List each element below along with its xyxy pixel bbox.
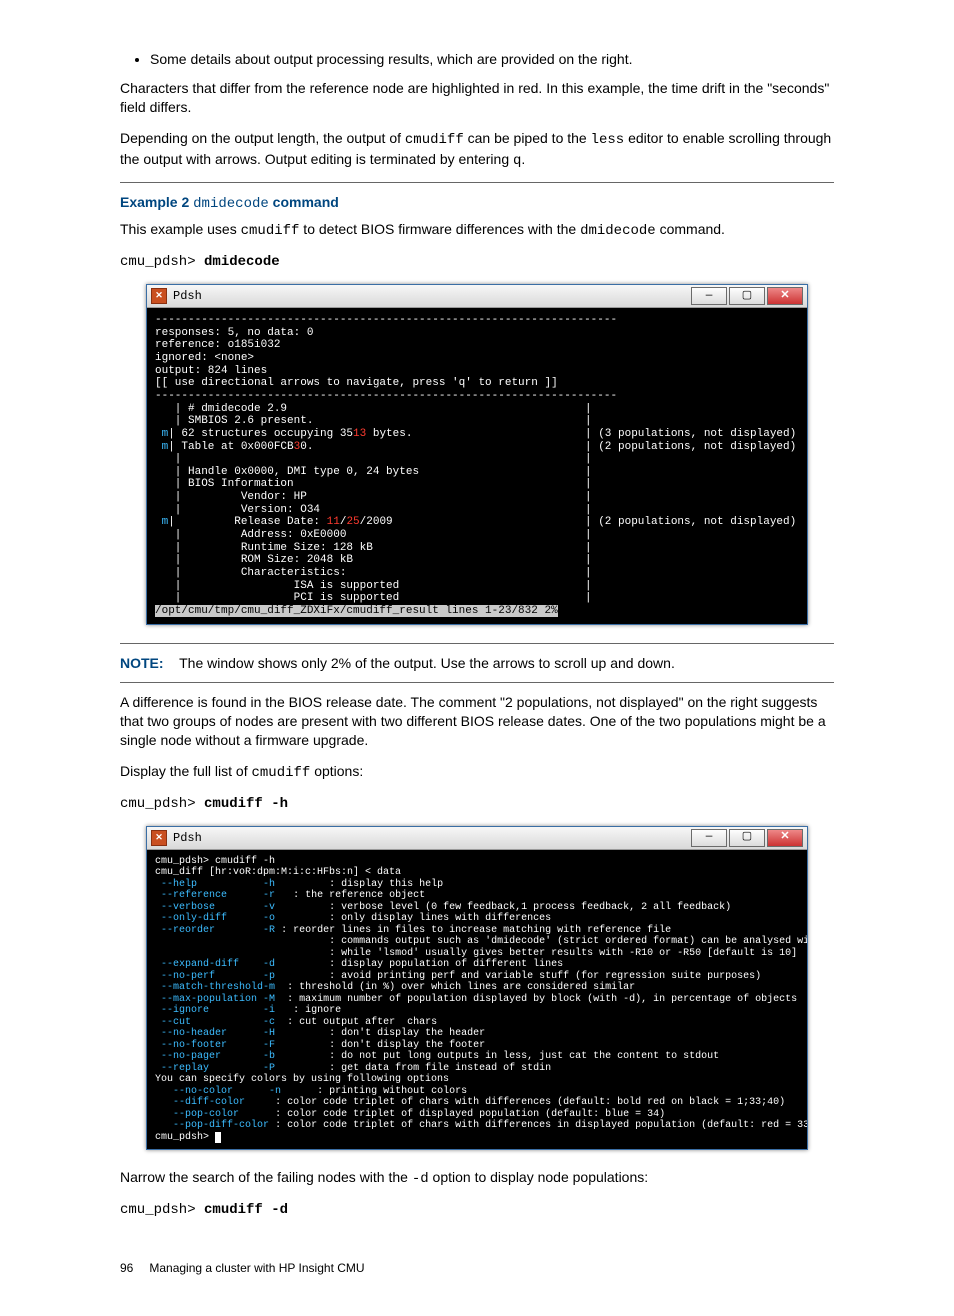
terminal-body[interactable]: ----------------------------------------… <box>147 308 807 623</box>
minimize-button[interactable]: — <box>691 829 727 847</box>
terminal-icon: ✕ <box>151 830 167 846</box>
terminal-line: m| Release Date: 11/25/2009| (2 populati… <box>155 516 799 529</box>
help-option-line: --no-pager -b : do not put long outputs … <box>155 1051 799 1063</box>
terminal-line: m| Table at 0x000FCB30.| (2 populations,… <box>155 441 799 454</box>
para-chars-differ: Characters that differ from the referenc… <box>120 79 834 117</box>
help-option-line: --match-threshold-m : threshold (in %) o… <box>155 982 799 994</box>
close-button[interactable]: ✕ <box>767 829 803 847</box>
terminal-line: | PCI is supported| <box>155 592 799 605</box>
terminal-line: | Vendor: HP| <box>155 491 799 504</box>
help-option-line: --reference -r : the reference object <box>155 890 799 902</box>
prompt-cmudiff-h: cmu_pdsh> cmudiff -h <box>120 795 834 814</box>
help-option-line: --no-perf -p : avoid printing perf and v… <box>155 971 799 983</box>
para-narrow-search: Narrow the search of the failing nodes w… <box>120 1168 834 1189</box>
divider <box>120 182 834 183</box>
footer-text: Managing a cluster with HP Insight CMU <box>149 1261 364 1275</box>
terminal-line: | Version: O34| <box>155 504 799 517</box>
note-text: The window shows only 2% of the output. … <box>179 655 675 671</box>
divider <box>120 643 834 644</box>
terminal-line: | SMBIOS 2.6 present.| <box>155 415 799 428</box>
code-less: less <box>591 132 625 148</box>
terminal-line: || <box>155 453 799 466</box>
terminal-line: | Address: 0xE0000| <box>155 529 799 542</box>
help-option-line: --no-footer -F : don't display the foote… <box>155 1040 799 1052</box>
terminal-window-2: ✕ Pdsh — ▢ ✕ cmu_pdsh> cmudiff -h cmu_di… <box>146 826 808 1151</box>
help-option-line: --max-population -M : maximum number of … <box>155 994 799 1006</box>
code-cmudiff: cmudiff <box>405 132 464 148</box>
close-button[interactable]: ✕ <box>767 287 803 305</box>
help-option-line: --verbose -v : verbose level (0 few feed… <box>155 902 799 914</box>
help-option-line: --reorder -R : reorder lines in files to… <box>155 925 799 937</box>
terminal-line: | # dmidecode 2.9| <box>155 403 799 416</box>
divider <box>120 682 834 683</box>
window-title: Pdsh <box>173 830 202 846</box>
help-option-line: --replay -P : get data from file instead… <box>155 1063 799 1075</box>
prompt-dmidecode: cmu_pdsh> dmidecode <box>120 253 834 272</box>
terminal-icon: ✕ <box>151 288 167 304</box>
intro-bullet-list: Some details about output processing res… <box>150 50 834 69</box>
terminal-line: | Handle 0x0000, DMI type 0, 24 bytes| <box>155 466 799 479</box>
window-titlebar: ✕ Pdsh — ▢ ✕ <box>147 827 807 850</box>
help-option-line: --help -h : display this help <box>155 879 799 891</box>
pager-status: /opt/cmu/tmp/cmu_diff_ZDXiFx/cmudiff_res… <box>155 605 558 617</box>
minimize-button[interactable]: — <box>691 287 727 305</box>
help-option-line: : while 'lsmod' usually gives better res… <box>155 948 799 960</box>
page-number: 96 <box>120 1261 133 1275</box>
terminal-line: | ISA is supported| <box>155 580 799 593</box>
maximize-button[interactable]: ▢ <box>729 829 765 847</box>
note-row: NOTE: The window shows only 2% of the ou… <box>120 654 834 673</box>
window-title: Pdsh <box>173 288 202 304</box>
help-color-option-line: --pop-diff-color : color code triplet of… <box>155 1120 799 1132</box>
para-bios-diff: A difference is found in the BIOS releas… <box>120 693 834 750</box>
terminal-line: | Runtime Size: 128 kB| <box>155 542 799 555</box>
terminal-body[interactable]: cmu_pdsh> cmudiff -h cmu_diff [hr:voR:dp… <box>147 850 807 1150</box>
terminal-line: | Characteristics:| <box>155 567 799 580</box>
help-option-line: --no-header -H : don't display the heade… <box>155 1028 799 1040</box>
para-output-length: Depending on the output length, the outp… <box>120 129 834 171</box>
help-option-line: --ignore -i : ignore <box>155 1005 799 1017</box>
terminal-line: | ROM Size: 2048 kB| <box>155 554 799 567</box>
help-option-line: --cut -c : cut output after chars <box>155 1017 799 1029</box>
intro-bullet: Some details about output processing res… <box>150 50 834 69</box>
note-label: NOTE: <box>120 655 164 671</box>
help-color-option-line: --diff-color : color code triplet of cha… <box>155 1097 799 1109</box>
terminal-line: m| 62 structures occupying 3513 bytes.| … <box>155 428 799 441</box>
prompt-cmudiff-d: cmu_pdsh> cmudiff -d <box>120 1201 834 1220</box>
terminal-window-1: ✕ Pdsh — ▢ ✕ ---------------------------… <box>146 284 808 624</box>
help-color-option-line: --pop-color : color code triplet of disp… <box>155 1109 799 1121</box>
help-option-line: --only-diff -o : only display lines with… <box>155 913 799 925</box>
maximize-button[interactable]: ▢ <box>729 287 765 305</box>
help-option-line: --expand-diff -d : display population of… <box>155 959 799 971</box>
window-titlebar: ✕ Pdsh — ▢ ✕ <box>147 285 807 308</box>
para-display-options: Display the full list of cmudiff options… <box>120 762 834 783</box>
help-color-option-line: --no-color -n : printing without colors <box>155 1086 799 1098</box>
page-footer: 96 Managing a cluster with HP Insight CMU <box>120 1260 834 1276</box>
help-option-line: : commands output such as 'dmidecode' (s… <box>155 936 799 948</box>
example2-heading: Example 2 dmidecode command <box>120 193 834 214</box>
terminal-line: | BIOS Information| <box>155 478 799 491</box>
example2-desc: This example uses cmudiff to detect BIOS… <box>120 220 834 241</box>
